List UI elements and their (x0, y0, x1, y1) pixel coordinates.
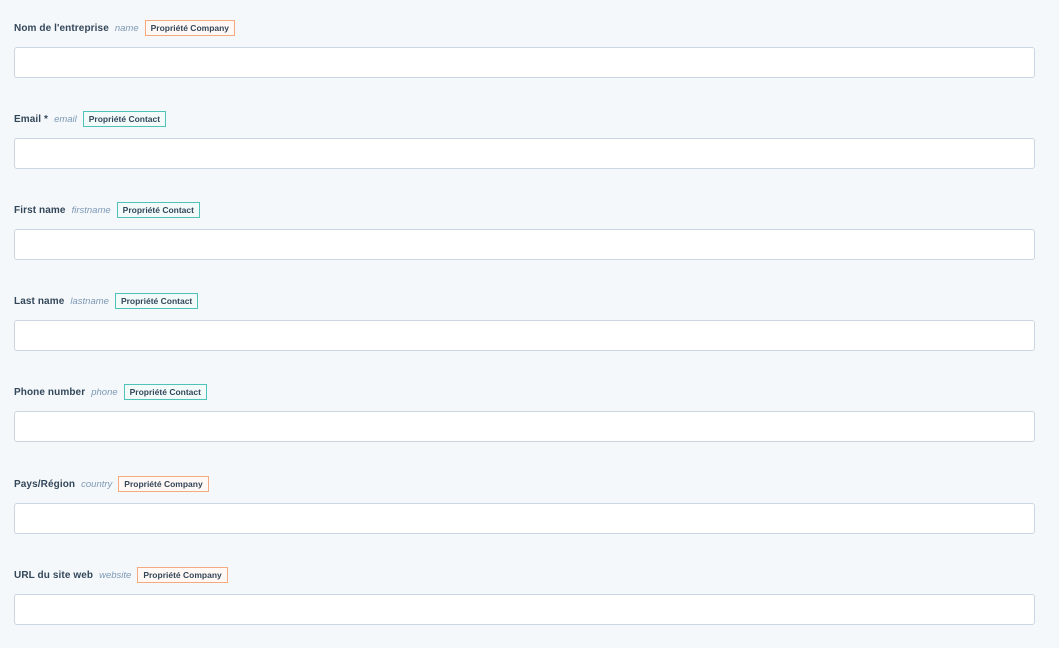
property-badge-company: Propriété Company (137, 567, 228, 583)
property-badge-contact: Propriété Contact (116, 202, 200, 218)
field-label-row: First name firstname Propriété Contact (14, 200, 1036, 220)
field-internal-name: firstname (71, 204, 111, 216)
email-input[interactable] (14, 138, 1035, 169)
property-badge-contact: Propriété Contact (123, 384, 207, 400)
country-input[interactable] (14, 503, 1035, 534)
field-website-url: URL du site web website Propriété Compan… (14, 565, 1036, 625)
field-internal-name: country (81, 478, 113, 490)
field-label-row: Email * email Propriété Contact (14, 109, 1036, 129)
phone-number-input[interactable] (14, 411, 1035, 442)
form: Nom de l'entreprise name Propriété Compa… (0, 0, 1059, 648)
field-label: Nom de l'entreprise (14, 22, 109, 34)
field-email: Email * email Propriété Contact (14, 109, 1036, 169)
website-url-input[interactable] (14, 594, 1035, 625)
company-name-input[interactable] (14, 47, 1035, 78)
field-label-row: Nom de l'entreprise name Propriété Compa… (14, 18, 1036, 38)
property-badge-company: Propriété Company (118, 476, 209, 492)
field-internal-name: website (99, 569, 132, 581)
first-name-input[interactable] (14, 229, 1035, 260)
field-label: First name (14, 204, 66, 216)
field-label-row: Last name lastname Propriété Contact (14, 291, 1036, 311)
field-label-row: Phone number phone Propriété Contact (14, 382, 1036, 402)
field-last-name: Last name lastname Propriété Contact (14, 291, 1036, 351)
field-label: Email * (14, 113, 49, 125)
field-internal-name: email (54, 113, 77, 125)
field-internal-name: name (114, 22, 139, 34)
property-badge-contact: Propriété Contact (114, 293, 199, 309)
field-country: Pays/Région country Propriété Company (14, 474, 1036, 534)
field-label-row: URL du site web website Propriété Compan… (14, 565, 1036, 585)
field-label: Pays/Région (14, 478, 76, 490)
field-label-row: Pays/Région country Propriété Company (14, 474, 1036, 494)
field-company-name: Nom de l'entreprise name Propriété Compa… (14, 18, 1036, 78)
field-first-name: First name firstname Propriété Contact (14, 200, 1036, 260)
field-phone-number: Phone number phone Propriété Contact (14, 382, 1036, 442)
field-label: URL du site web (14, 569, 94, 581)
field-internal-name: phone (91, 386, 118, 398)
last-name-input[interactable] (14, 320, 1035, 351)
field-label: Last name (14, 295, 65, 307)
property-badge-contact: Propriété Contact (82, 111, 167, 127)
property-badge-company: Propriété Company (144, 20, 236, 36)
field-label: Phone number (14, 386, 86, 398)
field-internal-name: lastname (70, 295, 109, 307)
